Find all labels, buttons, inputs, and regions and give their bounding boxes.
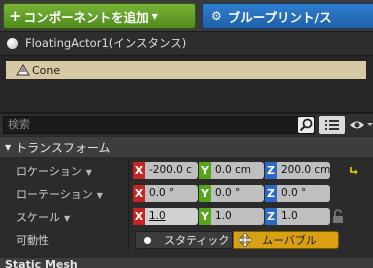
lock-icon[interactable] [332, 209, 346, 224]
rotation-label[interactable]: ローテーション ▼ [16, 186, 103, 202]
blueprint-script-button[interactable]: ⚙ ブループリント/ス [202, 3, 373, 29]
move-arrows-icon [238, 233, 252, 247]
static-dot-icon [144, 236, 151, 244]
y-axis-badge: Y [199, 208, 211, 225]
static-label: スタティック [164, 234, 230, 247]
y-axis-badge: Y [199, 162, 211, 179]
collapse-triangle-icon: ▼ [5, 142, 12, 152]
gear-icon: ⚙ [211, 9, 222, 23]
z-axis-badge: Z [265, 162, 277, 179]
section-title: Static Mesh [5, 258, 78, 268]
z-axis-badge: Z [265, 208, 277, 225]
reset-arrow-icon[interactable] [349, 165, 359, 175]
mobility-static-button[interactable]: スタティック [135, 231, 233, 249]
mobility-label: 可動性 [16, 234, 49, 247]
scale-y-field[interactable]: 1.0 [211, 208, 264, 225]
x-axis-badge: X [133, 162, 145, 179]
add-component-label: コンポーネントを追加 [23, 9, 149, 25]
scale-label-text: スケール [16, 211, 60, 224]
tree-item-cone[interactable]: Cone [6, 61, 366, 79]
movable-label: ムーバブル [262, 234, 317, 247]
tree-item-label: Cone [32, 63, 61, 77]
z-axis-badge: Z [265, 185, 277, 202]
mobility-movable-button[interactable]: ムーバブル [233, 231, 339, 249]
actor-header[interactable]: FloatingActor1(インスタンス) [0, 32, 373, 54]
scale-label[interactable]: スケール ▼ [16, 209, 70, 225]
search-bar: 検索 [0, 114, 373, 136]
search-icon[interactable] [298, 117, 314, 133]
location-x-field[interactable]: -200.0 c [145, 162, 198, 179]
chevron-down-icon: ▼ [96, 191, 103, 200]
eye-icon[interactable] [349, 117, 373, 133]
scale-row: スケール ▼ X 1.0 Y 1.0 Z 1.0 [0, 205, 373, 228]
column-divider [128, 228, 129, 251]
grid-view-icon[interactable] [319, 116, 345, 134]
cone-mesh-icon [16, 64, 30, 76]
location-z-field[interactable]: 200.0 cm [277, 162, 330, 179]
rotation-label-text: ローテーション [16, 188, 93, 201]
mobility-row: 可動性 スタティック ムーバブル [0, 228, 373, 251]
chevron-down-icon: ▼ [85, 168, 92, 177]
column-divider [128, 159, 129, 182]
plus-icon: + [9, 7, 22, 25]
chevron-down-icon: ▼ [151, 11, 158, 21]
static-mesh-section-header[interactable]: Static Mesh [0, 258, 373, 268]
x-axis-badge: X [133, 208, 145, 225]
rotation-z-field[interactable]: 0.0 ° [277, 185, 330, 202]
location-y-field[interactable]: 0.0 cm [211, 162, 264, 179]
rotation-y-field[interactable]: 0.0 ° [211, 185, 264, 202]
section-title: トランスフォーム [15, 140, 111, 155]
x-axis-badge: X [133, 185, 145, 202]
column-divider [128, 205, 129, 228]
location-label-text: ロケーション [16, 165, 82, 178]
scale-x-field[interactable]: 1.0 [145, 208, 198, 225]
actor-name: FloatingActor1(インスタンス) [25, 36, 187, 50]
add-component-button[interactable]: + コンポーネントを追加 ▼ [3, 3, 196, 29]
column-divider [128, 182, 129, 205]
y-axis-badge: Y [199, 185, 211, 202]
location-label[interactable]: ロケーション ▼ [16, 163, 92, 179]
rotation-x-field[interactable]: 0.0 ° [145, 185, 198, 202]
chevron-down-icon: ▼ [64, 214, 71, 223]
blueprint-label: ブループリント/ス [227, 9, 332, 25]
actor-sphere-icon [7, 37, 18, 49]
location-row: ロケーション ▼ X -200.0 c Y 0.0 cm Z 200.0 cm [0, 159, 373, 182]
details-toolbar: + コンポーネントを追加 ▼ ⚙ ブループリント/ス [0, 0, 373, 32]
search-input[interactable]: 検索 [3, 116, 315, 134]
component-tree: Cone [0, 55, 373, 112]
transform-section-header[interactable]: ▼ トランスフォーム [0, 137, 373, 157]
scale-z-field[interactable]: 1.0 [277, 208, 330, 225]
rotation-row: ローテーション ▼ X 0.0 ° Y 0.0 ° Z 0.0 ° [0, 182, 373, 205]
